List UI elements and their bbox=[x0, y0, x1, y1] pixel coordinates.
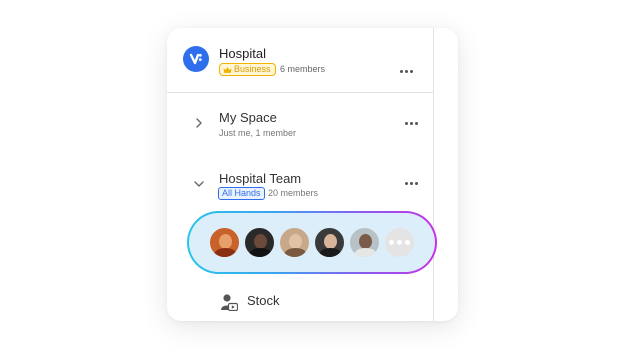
space-more-button[interactable] bbox=[403, 120, 420, 127]
crown-icon bbox=[223, 66, 232, 73]
org-logo-icon bbox=[183, 46, 209, 72]
avatar[interactable] bbox=[208, 226, 241, 259]
plan-badge-label: Business bbox=[234, 64, 271, 74]
org-member-count: 6 members bbox=[280, 64, 326, 74]
plan-badge: Business bbox=[219, 63, 276, 76]
team-member-count: 20 members bbox=[268, 188, 319, 198]
avatar-group bbox=[189, 213, 435, 272]
org-name: Hospital bbox=[219, 46, 266, 61]
all-hands-badge: All Hands bbox=[218, 187, 265, 200]
space-name-my-space[interactable]: My Space bbox=[219, 110, 277, 125]
space-name-hospital-team[interactable]: Hospital Team bbox=[219, 171, 301, 186]
chevron-right-icon[interactable] bbox=[193, 117, 205, 129]
more-members-icon[interactable] bbox=[383, 226, 416, 259]
stock-media-icon bbox=[221, 294, 238, 311]
avatar[interactable] bbox=[313, 226, 346, 259]
org-more-button[interactable] bbox=[398, 68, 415, 75]
header-divider bbox=[167, 92, 433, 93]
team-members-highlight[interactable] bbox=[187, 211, 437, 274]
workspace-panel: Hospital Business 6 members My Space Jus… bbox=[167, 28, 458, 321]
more-icon bbox=[405, 182, 419, 185]
avatar[interactable] bbox=[243, 226, 276, 259]
stock-link[interactable]: Stock bbox=[247, 293, 280, 308]
chevron-down-icon[interactable] bbox=[193, 178, 205, 190]
avatar[interactable] bbox=[348, 226, 381, 259]
team-more-button[interactable] bbox=[403, 180, 420, 187]
vertical-divider bbox=[433, 28, 434, 321]
space-subtitle: Just me, 1 member bbox=[219, 128, 297, 138]
avatar[interactable] bbox=[278, 226, 311, 259]
more-icon bbox=[400, 70, 414, 73]
more-icon bbox=[405, 122, 419, 125]
